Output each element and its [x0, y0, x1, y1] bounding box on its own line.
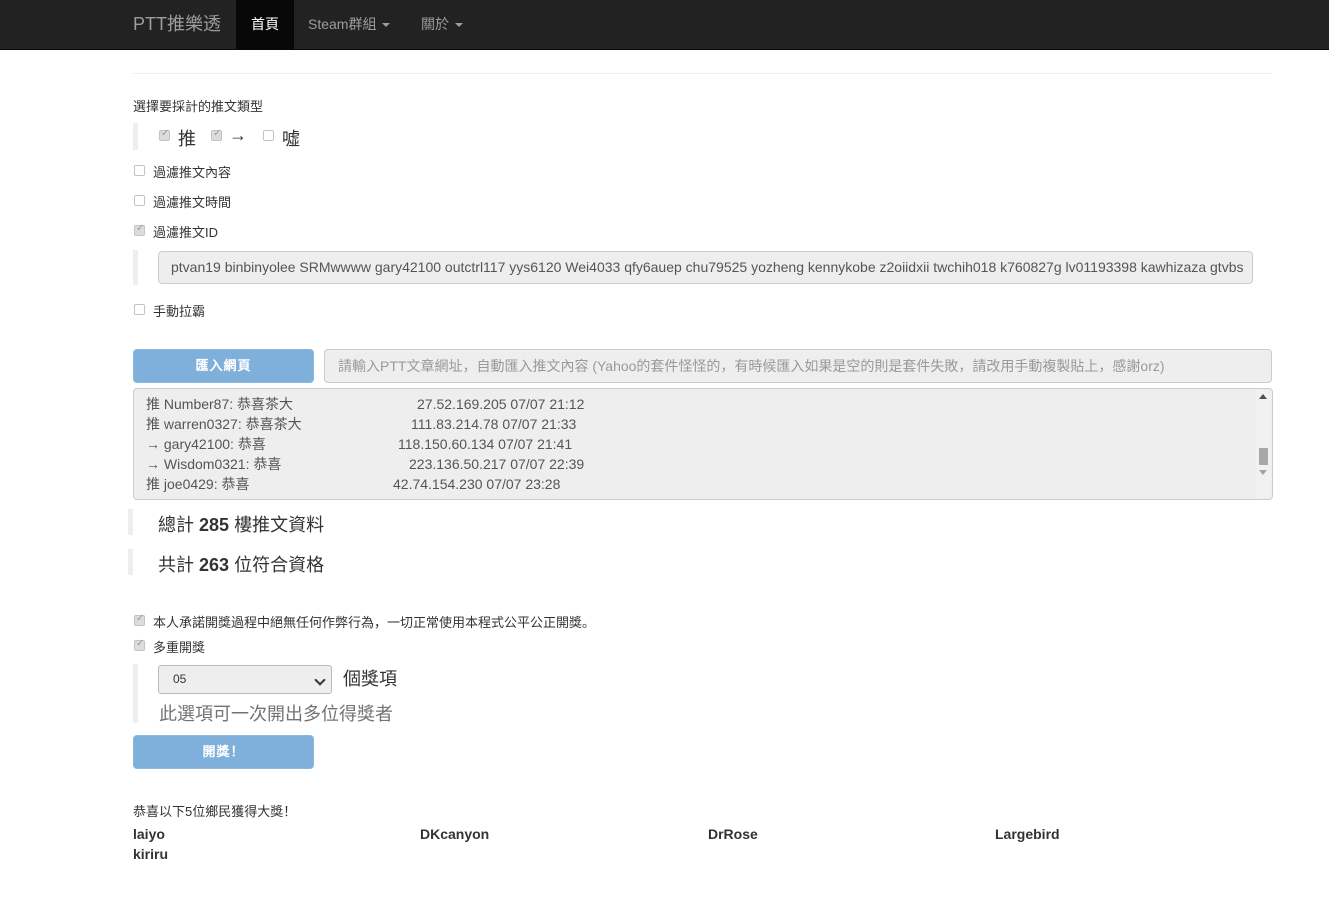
winner-name: DrRose	[708, 826, 758, 842]
winner-name: DKcanyon	[420, 826, 490, 842]
textarea-scrollbar[interactable]	[1256, 390, 1271, 498]
comment-ip: 111.83.214.78 07/07 21:33	[411, 416, 577, 432]
pledge-label: 本人承諾開獎過程中絕無任何作弊行為，一切正常使用本程式公平公正開獎。	[153, 615, 596, 630]
draw-button[interactable]: 開獎！	[133, 735, 314, 769]
divider	[133, 73, 1272, 74]
results-title: 恭喜以下5位鄉民獲得大獎！	[133, 804, 297, 819]
arrow-label: →	[229, 125, 247, 145]
filter-id-input[interactable]: ptvan19 binbinyolee SRMwwww gary42100 ou…	[158, 251, 1253, 284]
push-checkbox[interactable]	[159, 128, 170, 141]
brand-logo[interactable]: PTT推樂透	[133, 0, 221, 50]
comment-line: 推 warren0327: 恭喜茶大	[146, 416, 302, 432]
comments-textarea[interactable]: 推 Number87: 恭喜茶大 27.52.169.205 07/07 21:…	[133, 388, 1273, 500]
nav-about[interactable]: 關於	[421, 0, 463, 50]
caret-down-icon	[455, 23, 463, 28]
scroll-down-icon[interactable]	[1259, 470, 1267, 475]
indent-bar	[128, 509, 133, 535]
winner-name: laiyo	[133, 826, 165, 842]
caret-down-icon	[382, 23, 391, 28]
indent-bar	[128, 549, 133, 575]
chevron-down-icon	[314, 674, 326, 686]
comment-ip: 118.150.60.134 07/07 21:41	[398, 436, 573, 452]
manual-label: 手動拉霸	[153, 304, 206, 319]
filter-id-label: 過濾推文ID	[153, 225, 219, 240]
scroll-thumb[interactable]	[1259, 448, 1268, 465]
winner-name: kiriru	[133, 846, 169, 862]
multi-draw-label: 多重開獎	[153, 640, 206, 655]
filter-id-checkbox[interactable]	[134, 223, 145, 236]
multi-hint: 此選項可一次開出多位得獎者	[159, 704, 393, 724]
import-button[interactable]: 匯入網頁	[133, 349, 314, 383]
push-label: 推	[178, 129, 196, 149]
total-suffix: 樓推文資料	[229, 515, 325, 535]
total-prefix: 總計	[158, 515, 200, 535]
eligible-prefix: 共計	[158, 555, 200, 575]
indent-bar	[133, 250, 138, 285]
comment-ip: 27.52.169.205 07/07 21:12	[417, 396, 585, 412]
push-type-title: 選擇要採計的推文類型	[133, 99, 264, 114]
nav-steam-group[interactable]: Steam群組	[308, 0, 391, 50]
comment-ip: 223.136.50.217 07/07 22:39	[409, 456, 585, 472]
nav-home[interactable]: 首頁	[236, 0, 294, 50]
eligible-count: 263	[199, 555, 230, 575]
comment-line: → gary42100: 恭喜	[146, 436, 266, 452]
url-input[interactable]: 請輸入PTT文章網址，自動匯入推文內容 (Yahoo的套件怪怪的，有時候匯入如果…	[324, 349, 1272, 383]
nav-home-label: 首頁	[251, 16, 279, 32]
eligible-suffix: 位符合資格	[229, 555, 325, 575]
filter-time-checkbox[interactable]	[134, 195, 145, 206]
filter-content-checkbox[interactable]	[134, 165, 145, 176]
prize-count-select[interactable]: 05	[158, 665, 332, 694]
indent-bar	[133, 664, 138, 723]
total-count: 285	[199, 515, 230, 535]
pledge-checkbox[interactable]	[134, 613, 145, 626]
prize-count-value: 05	[173, 672, 187, 686]
scroll-up-icon[interactable]	[1259, 394, 1267, 399]
indent-bar	[133, 123, 138, 150]
comment-ip: 42.74.154.230 07/07 23:28	[393, 476, 561, 492]
comment-line: → Wisdom0321: 恭喜	[146, 456, 282, 472]
nav-about-label: 關於	[421, 16, 449, 32]
filter-time-label: 過濾推文時間	[153, 195, 232, 210]
navbar: PTT推樂透 首頁 Steam群組 關於	[0, 0, 1329, 50]
prize-suffix: 個獎項	[343, 669, 397, 689]
eligible-count-text: 共計 263 位符合資格	[158, 551, 324, 577]
comment-line: 推 Number87: 恭喜茶大	[146, 396, 294, 412]
boo-label: 噓	[282, 129, 300, 149]
manual-checkbox[interactable]	[134, 304, 145, 315]
arrow-checkbox[interactable]	[211, 128, 222, 141]
filter-content-label: 過濾推文內容	[153, 165, 232, 180]
winner-name: Largebird	[995, 826, 1060, 842]
total-count-text: 總計 285 樓推文資料	[158, 511, 324, 537]
nav-steam-label: Steam群組	[308, 16, 377, 32]
comment-line: 推 joe0429: 恭喜	[146, 476, 250, 492]
boo-checkbox[interactable]	[263, 130, 274, 141]
multi-draw-checkbox[interactable]	[134, 638, 145, 651]
